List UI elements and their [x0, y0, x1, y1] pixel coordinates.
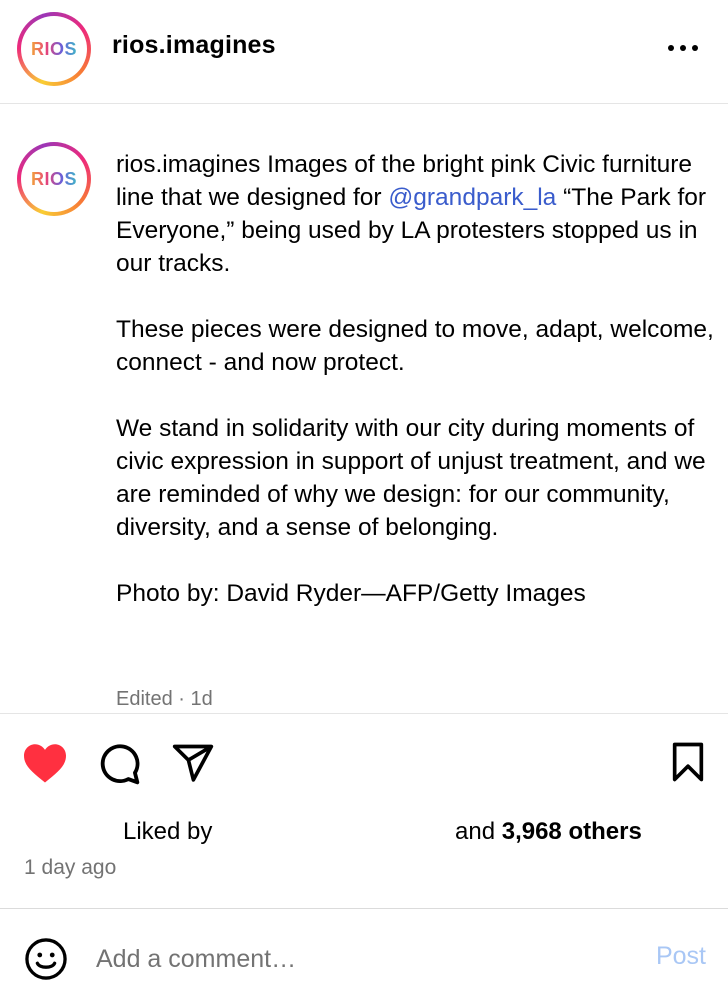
- likes-and: and: [455, 818, 496, 845]
- likes-others-count: 3,968 others: [501, 818, 642, 845]
- caption-text: rios.imagines Images of the bright pink …: [116, 148, 716, 643]
- mention-link[interactable]: @grandpark_la: [388, 184, 556, 211]
- share-icon[interactable]: [170, 741, 216, 790]
- action-bar: [0, 714, 728, 814]
- liked-by-label[interactable]: Liked by: [123, 818, 212, 846]
- avatar-inner: RIOS: [21, 146, 87, 212]
- emoji-icon[interactable]: [24, 937, 68, 986]
- likes-row: Liked by and 3,968 others: [0, 814, 728, 850]
- comment-bar: Post: [0, 908, 728, 1000]
- more-options-icon[interactable]: [668, 38, 698, 58]
- avatar-logo-text: RIOS: [30, 168, 77, 189]
- edited-label: Edited · 1d: [116, 688, 213, 710]
- post-timestamp: 1 day ago: [24, 856, 117, 879]
- post-header: RIOS rios.imagines: [0, 0, 728, 104]
- comment-icon[interactable]: [97, 742, 141, 791]
- header-username[interactable]: rios.imagines: [112, 31, 276, 60]
- avatar-inner: RIOS: [21, 16, 87, 82]
- heart-icon[interactable]: [22, 742, 68, 789]
- caption-paragraph-2: These pieces were designed to move, adap…: [116, 316, 714, 376]
- avatar-logo-text: RIOS: [30, 38, 77, 59]
- profile-avatar[interactable]: RIOS: [17, 12, 91, 86]
- caption-paragraph-3: We stand in solidarity with our city dur…: [116, 415, 706, 541]
- bookmark-icon[interactable]: [670, 742, 706, 787]
- caption-avatar[interactable]: RIOS: [17, 142, 91, 216]
- caption-paragraph-4: Photo by: David Ryder—AFP/Getty Images: [116, 580, 586, 607]
- caption-section: RIOS rios.imagines Images of the bright …: [0, 104, 728, 714]
- likes-count[interactable]: and 3,968 others: [455, 818, 642, 846]
- post-button[interactable]: Post: [656, 942, 706, 971]
- caption-username[interactable]: rios.imagines: [116, 151, 260, 178]
- comment-input[interactable]: [96, 939, 616, 979]
- caption-paragraph-1: rios.imagines Images of the bright pink …: [116, 148, 716, 280]
